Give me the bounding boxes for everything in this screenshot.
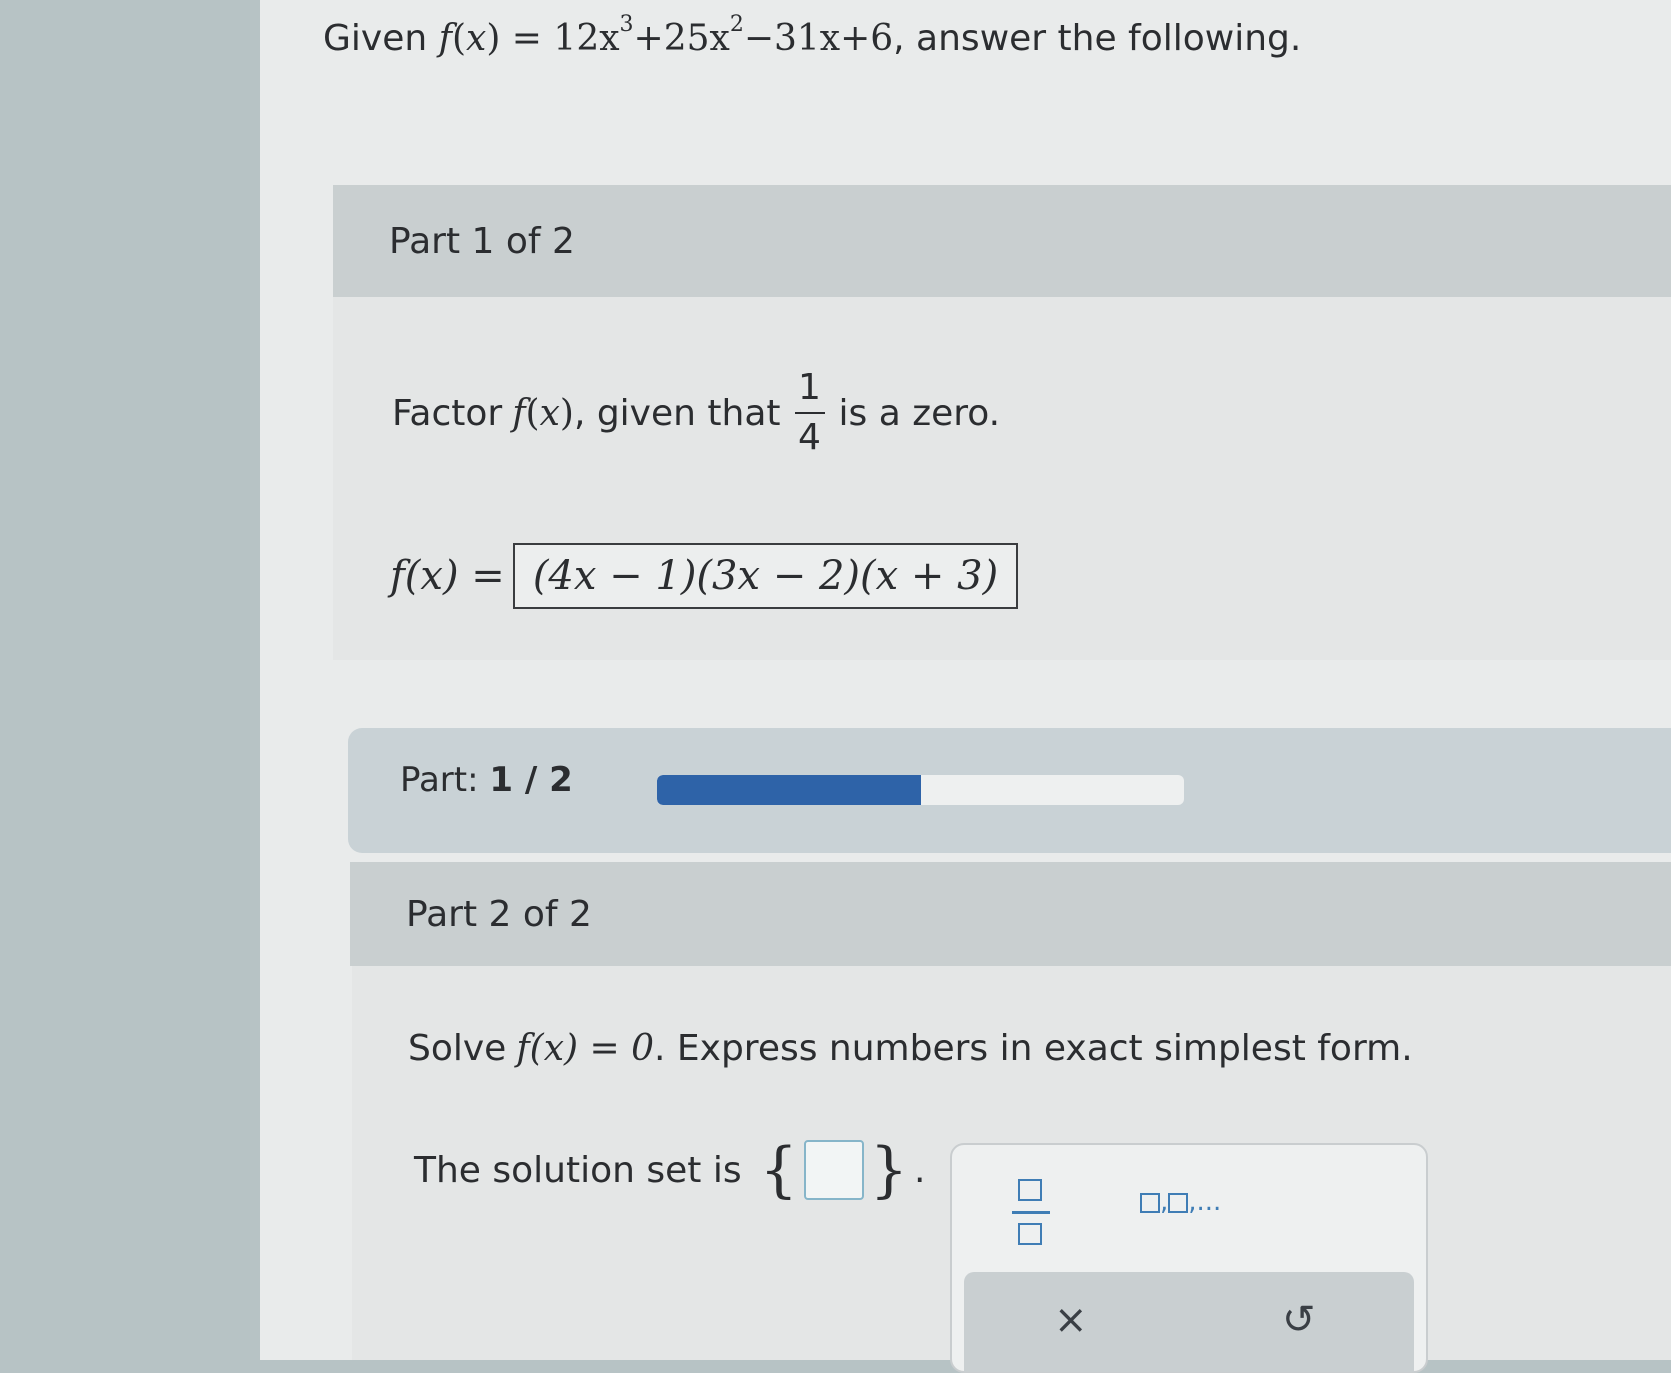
- fraction-denominator: 4: [798, 417, 821, 458]
- problem-statement: Given f(x) = 12x3+25x2−31x+6, answer the…: [323, 12, 1302, 59]
- part2-prompt-prefix: Solve: [408, 1028, 507, 1069]
- toolbox-actions: × ↺: [964, 1272, 1414, 1372]
- problem-suffix: , answer the following.: [893, 18, 1302, 59]
- list-ellipsis: ,...: [1188, 1187, 1222, 1217]
- close-brace: }: [869, 1135, 908, 1205]
- part2-header: Part 2 of 2: [350, 862, 1671, 966]
- term-c: −31x+6: [743, 18, 894, 59]
- term-b: +25x: [633, 18, 730, 59]
- part1-prompt-mid: , given that: [573, 392, 781, 434]
- solution-label: The solution set is: [414, 1149, 742, 1191]
- part1-prompt: Factor f(x) , given that 1 4 is a zero.: [392, 368, 1000, 458]
- part1-answer-row: f(x) = (4x − 1)(3x − 2)(x + 3): [390, 543, 1019, 609]
- part1-prompt-suffix: is a zero.: [838, 392, 1001, 434]
- list-entry-icon[interactable]: ,,...: [1140, 1187, 1221, 1217]
- progress-track: [657, 775, 1184, 805]
- answer-lhs: f(x) =: [390, 553, 505, 599]
- exp-a: 3: [619, 12, 634, 37]
- undo-icon[interactable]: ↺: [1282, 1300, 1316, 1340]
- progress-value: 1 / 2: [489, 760, 573, 800]
- fraction-bottom-box: [1018, 1223, 1042, 1245]
- progress-fill: [657, 775, 921, 805]
- open-brace: {: [759, 1135, 798, 1205]
- fraction-top-box: [1018, 1179, 1042, 1201]
- part1-header: Part 1 of 2: [333, 185, 1671, 297]
- factored-answer-field[interactable]: (4x − 1)(3x − 2)(x + 3): [512, 543, 1019, 609]
- part1-prompt-prefix: Factor: [392, 392, 503, 434]
- list-comma: ,: [1160, 1187, 1169, 1217]
- part2-prompt-suffix: . Express numbers in exact simplest form…: [654, 1028, 1413, 1069]
- progress-label: Part: 1 / 2: [400, 760, 573, 800]
- solution-period: .: [914, 1149, 926, 1191]
- clear-icon[interactable]: ×: [1054, 1300, 1088, 1340]
- part2-prompt: Solve f(x) = 0 . Express numbers in exac…: [408, 1028, 1413, 1069]
- problem-function: f(x): [438, 18, 501, 59]
- term-a: 12x: [553, 18, 620, 59]
- solution-row: The solution set is { } .: [414, 1140, 925, 1200]
- part2-equation: f(x) = 0: [516, 1028, 655, 1069]
- progress-label-text: Part:: [400, 760, 479, 800]
- fraction-bar: [794, 412, 825, 414]
- part2-header-label: Part 2 of 2: [406, 893, 592, 935]
- problem-prefix: Given: [323, 18, 428, 59]
- fraction-icon[interactable]: [1012, 1175, 1052, 1255]
- zero-fraction: 1 4: [794, 367, 825, 458]
- fraction-line: [1012, 1211, 1050, 1214]
- exp-b: 2: [729, 12, 744, 37]
- math-toolbox: ,,... × ↺: [950, 1143, 1428, 1373]
- list-box-1: [1140, 1192, 1160, 1213]
- part1-header-label: Part 1 of 2: [389, 220, 575, 262]
- list-box-2: [1168, 1192, 1189, 1213]
- solution-set-input[interactable]: [803, 1140, 864, 1200]
- fraction-numerator: 1: [798, 367, 821, 408]
- part1-function: f(x): [512, 392, 574, 434]
